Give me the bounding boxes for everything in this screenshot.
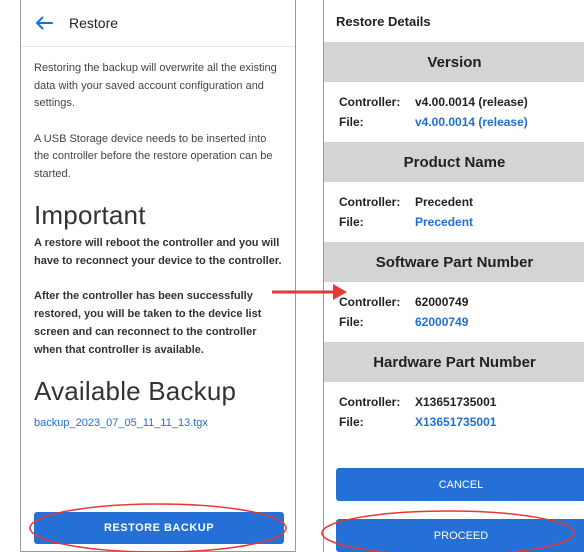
arrow-left-icon[interactable] — [21, 0, 67, 46]
file-software-value: 62000749 — [415, 315, 469, 329]
controller-label: Controller: — [339, 395, 401, 409]
controller-label: Controller: — [339, 195, 401, 209]
page-title: Restore — [69, 15, 119, 31]
controller-software-value: 62000749 — [415, 295, 469, 309]
usb-requirement-text: A USB Storage device needs to be inserte… — [34, 132, 273, 180]
proceed-button[interactable]: PROCEED — [336, 519, 584, 552]
section-version-heading: Version — [324, 42, 584, 82]
file-label: File: — [339, 215, 364, 229]
overwrite-warning-text: Restoring the backup will overwrite all … — [34, 62, 277, 109]
controller-label: Controller: — [339, 295, 401, 309]
restore-content: Restoring the backup will overwrite all … — [21, 60, 295, 429]
section-software-part-rows: Controller: 62000749 File: 62000749 — [324, 282, 584, 342]
details-title: Restore Details — [324, 0, 584, 42]
important-heading: Important — [34, 200, 146, 230]
hardware-controller-row: Controller: X13651735001 — [339, 392, 584, 412]
product-controller-row: Controller: Precedent — [339, 192, 584, 212]
file-label: File: — [339, 415, 364, 429]
file-product-value: Precedent — [415, 215, 474, 229]
controller-hardware-value: X13651735001 — [415, 395, 497, 409]
version-file-row: File: v4.00.0014 (release) — [339, 112, 584, 132]
backup-file-link[interactable]: backup_2023_07_05_11_11_13.tgx — [34, 417, 282, 429]
hardware-file-row: File: X13651735001 — [339, 412, 584, 432]
available-backup-heading: Available Backup — [34, 376, 237, 406]
section-hardware-part-heading: Hardware Part Number — [324, 342, 584, 382]
file-hardware-value: X13651735001 — [415, 415, 497, 429]
section-software-part-heading: Software Part Number — [324, 242, 584, 282]
controller-version-value: v4.00.0014 (release) — [415, 95, 528, 109]
file-label: File: — [339, 315, 364, 329]
cancel-button[interactable]: CANCEL — [336, 468, 584, 501]
section-version-rows: Controller: v4.00.0014 (release) File: v… — [324, 82, 584, 142]
restore-backup-button[interactable]: RESTORE BACKUP — [34, 512, 284, 544]
reconnect-info-text: After the controller has been successful… — [34, 290, 262, 356]
product-file-row: File: Precedent — [339, 212, 584, 232]
controller-product-value: Precedent — [415, 195, 474, 209]
file-version-value: v4.00.0014 (release) — [415, 115, 528, 129]
reboot-warning-text: A restore will reboot the controller and… — [34, 237, 282, 267]
restore-screen: Restore Restoring the backup will overwr… — [20, 0, 296, 552]
section-hardware-part-rows: Controller: X13651735001 File: X13651735… — [324, 382, 584, 442]
version-controller-row: Controller: v4.00.0014 (release) — [339, 92, 584, 112]
software-file-row: File: 62000749 — [339, 312, 584, 332]
header-bar: Restore — [21, 0, 295, 47]
section-product-name-heading: Product Name — [324, 142, 584, 182]
restore-details-screen: Restore Details Version Controller: v4.0… — [323, 0, 584, 552]
section-product-name-rows: Controller: Precedent File: Precedent — [324, 182, 584, 242]
controller-label: Controller: — [339, 95, 401, 109]
file-label: File: — [339, 115, 364, 129]
software-controller-row: Controller: 62000749 — [339, 292, 584, 312]
